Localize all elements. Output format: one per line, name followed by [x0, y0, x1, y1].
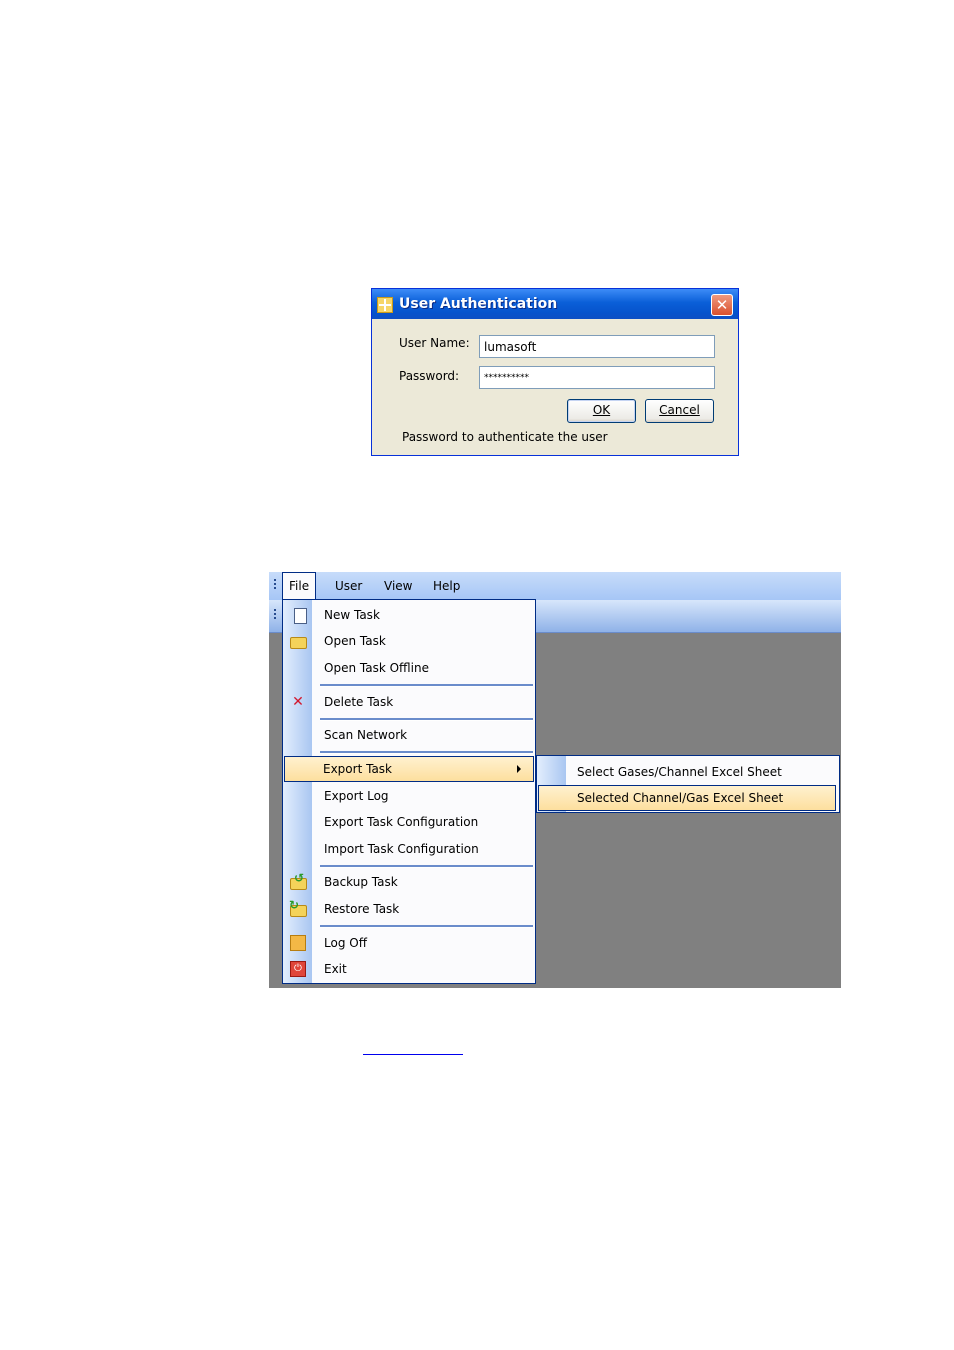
- menu-item-label: Scan Network: [324, 728, 408, 742]
- submenu-arrow-icon: [517, 765, 521, 773]
- dialog-title: User Authentication: [399, 296, 558, 312]
- menu-item-label: Export Log: [324, 789, 389, 803]
- ok-button[interactable]: OK: [567, 399, 636, 423]
- app-icon: [377, 297, 393, 313]
- dialog-titlebar[interactable]: User Authentication ✕: [372, 289, 738, 319]
- menu-item-label: Restore Task: [324, 902, 400, 916]
- menu-separator: [320, 718, 533, 721]
- toolbar-grip-icon[interactable]: [274, 609, 277, 623]
- hyperlink-underline[interactable]: [363, 1054, 463, 1055]
- menu-item-label: New Task: [324, 608, 380, 622]
- menu-view[interactable]: View: [378, 572, 418, 598]
- menu-separator: [320, 925, 533, 928]
- menu-user[interactable]: User: [329, 572, 368, 598]
- menu-item-exit[interactable]: ⏻ Exit: [283, 956, 535, 982]
- menu-item-scan-network[interactable]: Scan Network: [283, 722, 535, 748]
- menu-item-label: Delete Task: [324, 695, 394, 709]
- status-text: Password to authenticate the user: [402, 430, 608, 444]
- menu-item-label: Import Task Configuration: [324, 842, 479, 856]
- password-field[interactable]: [479, 366, 715, 389]
- submenu-item-label: Select Gases/Channel Excel Sheet: [577, 765, 782, 779]
- menubar-grip-icon[interactable]: [274, 579, 277, 593]
- menu-item-export-task[interactable]: Export Task: [284, 756, 534, 782]
- menu-item-label: Open Task: [324, 634, 386, 648]
- restore-icon: ↻: [289, 898, 307, 918]
- menu-separator: [320, 865, 533, 868]
- menu-item-log-off[interactable]: Log Off: [283, 930, 535, 956]
- menu-item-label: Open Task Offline: [324, 661, 429, 675]
- new-page-icon: [289, 606, 307, 624]
- username-label: User Name:: [399, 336, 470, 350]
- menu-bar: File User View Help: [269, 572, 841, 600]
- submenu-item-select-gases-channel[interactable]: Select Gases/Channel Excel Sheet: [537, 758, 839, 784]
- file-menu-dropdown: New Task Open Task Open Task Offline ✕ D…: [282, 599, 536, 984]
- menu-item-open-task-offline[interactable]: Open Task Offline: [283, 655, 535, 681]
- menu-item-label: Backup Task: [324, 875, 398, 889]
- menu-help[interactable]: Help: [427, 572, 466, 598]
- menu-item-open-task[interactable]: Open Task: [283, 628, 535, 654]
- cancel-button-label: Cancel: [659, 403, 700, 417]
- menu-file[interactable]: File: [282, 572, 317, 600]
- application-window: File User View Help New Task Open Task O…: [269, 572, 841, 988]
- cancel-button[interactable]: Cancel: [645, 399, 714, 423]
- close-button[interactable]: ✕: [711, 294, 733, 316]
- menu-separator: [320, 751, 533, 754]
- export-task-submenu: Select Gases/Channel Excel Sheet Selecte…: [536, 755, 840, 813]
- menu-separator: [320, 684, 533, 687]
- password-label: Password:: [399, 369, 460, 383]
- menu-item-label: Export Task: [323, 762, 392, 776]
- menu-item-restore-task[interactable]: ↻ Restore Task: [283, 896, 535, 922]
- menu-item-export-task-configuration[interactable]: Export Task Configuration: [283, 809, 535, 835]
- menu-item-label: Exit: [324, 962, 347, 976]
- menu-item-import-task-configuration[interactable]: Import Task Configuration: [283, 836, 535, 862]
- submenu-item-label: Selected Channel/Gas Excel Sheet: [577, 791, 784, 805]
- menu-item-backup-task[interactable]: ↺ Backup Task: [283, 869, 535, 895]
- delete-icon: ✕: [292, 694, 304, 710]
- backup-icon: ↺: [289, 871, 307, 891]
- folder-icon: [289, 632, 307, 650]
- menu-item-new-task[interactable]: New Task: [283, 602, 535, 628]
- submenu-item-selected-channel-gas[interactable]: Selected Channel/Gas Excel Sheet: [538, 785, 836, 811]
- exit-icon: ⏻: [289, 960, 307, 978]
- ok-button-label: OK: [592, 403, 611, 417]
- menu-item-label: Export Task Configuration: [324, 815, 479, 829]
- menu-item-delete-task[interactable]: ✕ Delete Task: [283, 689, 535, 715]
- username-field[interactable]: [479, 335, 715, 358]
- user-authentication-dialog: User Authentication ✕ User Name: Passwor…: [371, 288, 739, 456]
- menu-item-label: Log Off: [324, 936, 367, 950]
- menu-item-export-log[interactable]: Export Log: [283, 783, 535, 809]
- key-icon: [289, 934, 307, 952]
